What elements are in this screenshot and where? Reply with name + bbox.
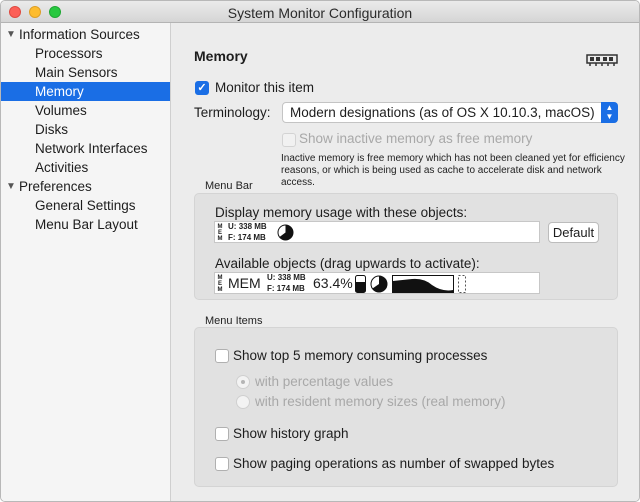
menu-items-section-label: Menu Items <box>205 315 263 327</box>
sidebar-item-processors[interactable]: Processors <box>1 44 170 63</box>
disclosure-triangle-icon[interactable]: ▼ <box>6 177 16 196</box>
resident-memory-radio[interactable] <box>236 395 250 409</box>
monitor-label: Monitor this item <box>215 80 315 95</box>
active-objects-well[interactable]: MEM U: 338 MB F: 174 MB <box>214 221 540 243</box>
settings-pane: Memory ✓ Monitor this item Terminology: … <box>172 23 639 501</box>
free-memory-readout: F: 174 MB <box>228 233 266 242</box>
top5-processes-label: Show top 5 memory consuming processes <box>233 348 488 363</box>
used-memory-readout: U: 338 MB <box>267 273 306 282</box>
sidebar-item-disks[interactable]: Disks <box>1 120 170 139</box>
disclosure-triangle-icon[interactable]: ▼ <box>6 25 16 44</box>
mem-text-object[interactable]: MEM <box>228 275 261 291</box>
window-title: System Monitor Configuration <box>227 5 413 21</box>
history-graph-label: Show history graph <box>233 426 349 441</box>
memory-pie-icon[interactable] <box>370 275 388 293</box>
terminology-label: Terminology: <box>194 105 271 120</box>
memory-history-graph-icon[interactable] <box>392 275 454 293</box>
resident-memory-label: with resident memory sizes (real memory) <box>255 394 506 409</box>
title-bar: System Monitor Configuration <box>1 1 639 23</box>
memory-pie-icon <box>277 224 294 241</box>
inactive-memory-checkbox[interactable] <box>282 133 296 147</box>
sidebar-item-memory[interactable]: Memory <box>1 82 170 101</box>
percentage-values-label: with percentage values <box>255 374 394 389</box>
chevron-updown-icon: ▲ ▼ <box>601 102 618 123</box>
monitor-checkbox[interactable]: ✓ <box>195 81 209 95</box>
available-objects-label: Available objects (drag upwards to activ… <box>215 256 480 271</box>
sidebar: ▼ Information Sources Processors Main Se… <box>1 23 171 501</box>
sidebar-item-main-sensors[interactable]: Main Sensors <box>1 63 170 82</box>
terminology-popup[interactable]: Modern designations (as of OS X 10.10.3,… <box>282 102 618 123</box>
page-title: Memory <box>194 48 248 64</box>
top5-processes-checkbox[interactable] <box>215 349 229 363</box>
used-memory-readout: U: 338 MB <box>228 222 267 231</box>
paging-operations-label: Show paging operations as number of swap… <box>233 456 555 471</box>
app-window: System Monitor Configuration ▼ Informati… <box>0 0 640 502</box>
sidebar-group-information-sources[interactable]: ▼ Information Sources <box>1 25 170 44</box>
memory-bar-icon[interactable] <box>355 275 366 293</box>
memory-chip-icon <box>586 54 618 66</box>
free-memory-readout: F: 174 MB <box>267 284 305 293</box>
sidebar-group-label: Preferences <box>19 179 92 194</box>
mem-vertical-label: MEM <box>217 275 223 293</box>
history-graph-checkbox[interactable] <box>215 427 229 441</box>
sidebar-item-volumes[interactable]: Volumes <box>1 101 170 120</box>
sidebar-item-activities[interactable]: Activities <box>1 158 170 177</box>
mem-vertical-label: MEM <box>217 224 223 242</box>
sidebar-group-label: Information Sources <box>19 27 140 42</box>
terminology-value: Modern designations (as of OS X 10.10.3,… <box>290 105 595 120</box>
inactive-memory-label: Show inactive memory as free memory <box>299 131 533 146</box>
paging-operations-checkbox[interactable] <box>215 457 229 471</box>
sidebar-group-preferences[interactable]: ▼ Preferences <box>1 177 170 196</box>
sidebar-item-general-settings[interactable]: General Settings <box>1 196 170 215</box>
available-objects-well[interactable]: MEM MEM U: 338 MB F: 174 MB 63.4% <box>214 272 540 294</box>
sidebar-item-menu-bar-layout[interactable]: Menu Bar Layout <box>1 215 170 234</box>
spacer-object-icon[interactable] <box>458 275 466 293</box>
menu-bar-section-label: Menu Bar <box>205 180 253 192</box>
inactive-memory-note: Inactive memory is free memory which has… <box>281 153 625 188</box>
memory-percent-object[interactable]: 63.4% <box>313 275 353 291</box>
sidebar-item-network-interfaces[interactable]: Network Interfaces <box>1 139 170 158</box>
display-objects-label: Display memory usage with these objects: <box>215 205 468 220</box>
default-button[interactable]: Default <box>548 222 599 243</box>
percentage-values-radio[interactable] <box>236 375 250 389</box>
